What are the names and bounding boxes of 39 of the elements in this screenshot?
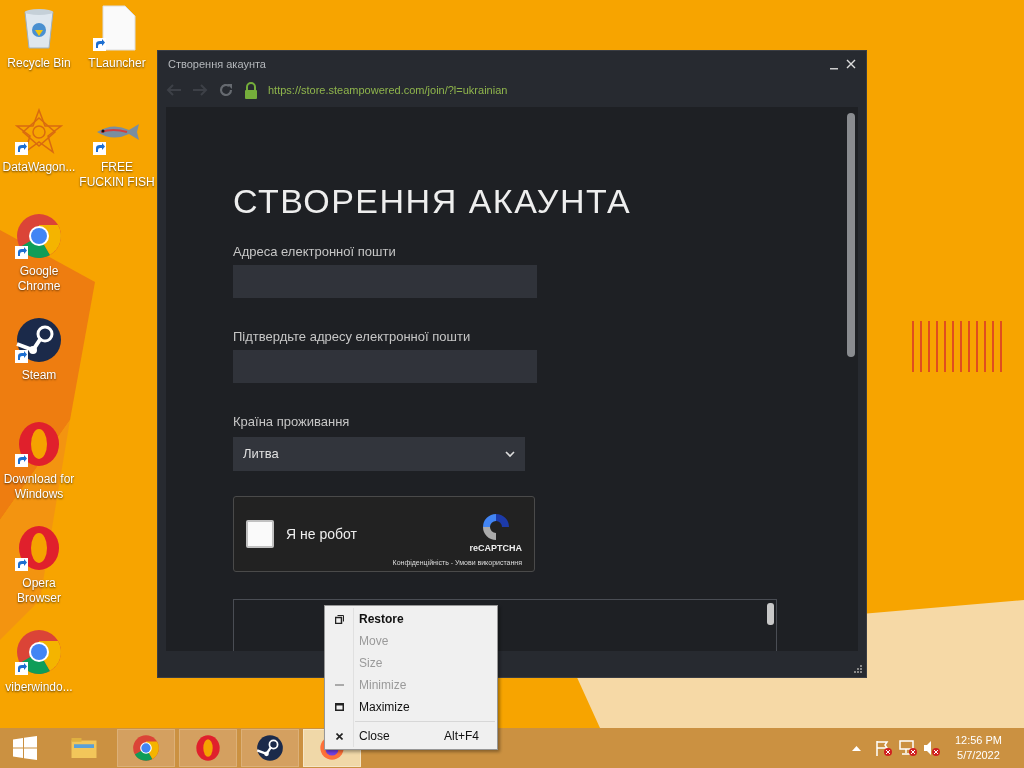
page-heading: СТВОРЕННЯ АКАУНТА: [233, 181, 633, 221]
flag-icon[interactable]: [874, 740, 893, 756]
steam-icon: [15, 316, 63, 364]
menu-item[interactable]: Close Alt+F4: [325, 725, 497, 747]
network-icon[interactable]: [898, 740, 917, 756]
reload-icon[interactable]: [218, 82, 234, 98]
lock-icon: [244, 81, 258, 99]
scrollbar-thumb[interactable]: [767, 603, 774, 625]
speaker-icon[interactable]: [922, 740, 941, 756]
close-icon[interactable]: [846, 59, 856, 69]
close-icon: [335, 732, 343, 740]
opera-icon: [194, 734, 222, 762]
window-title: Створення акаунта: [168, 56, 266, 72]
scrollbar-thumb[interactable]: [847, 113, 855, 357]
clock-date[interactable]: 5/7/2022: [957, 748, 1000, 763]
windows-logo-icon[interactable]: [13, 736, 37, 760]
chevron-up-icon[interactable]: [851, 745, 861, 751]
field-label: Країна проживання: [233, 413, 351, 431]
clock-time[interactable]: 12:56 PM: [954, 733, 1002, 748]
country-select[interactable]: Литва: [233, 437, 525, 471]
field-label: Підтвердьте адресу електронної пошти: [233, 328, 472, 346]
chrome-icon: [132, 734, 160, 762]
url-text[interactable]: https://store.steampowered.com/join/?l=ukrainian: [268, 81, 508, 99]
steam-icon: [256, 734, 284, 762]
field-label: Адреса електронної пошти: [233, 243, 397, 261]
minimize-icon: [334, 683, 344, 687]
maximize-icon: [334, 703, 344, 711]
chrome-icon: [15, 212, 63, 260]
captcha-label: Я не робот: [286, 524, 357, 544]
resize-grip-icon[interactable]: [853, 664, 862, 673]
chevron-icon: [505, 450, 515, 458]
star-pattern-icon: [15, 108, 63, 156]
taskbar-button[interactable]: [241, 729, 299, 767]
restore-icon: [334, 614, 344, 624]
menu-item[interactable]: Maximize: [325, 696, 497, 718]
chrome-icon: [15, 628, 63, 676]
menu-item[interactable]: Restore: [325, 608, 497, 630]
captcha-checkbox[interactable]: [246, 520, 274, 548]
recaptcha-brand: reCAPTCHA: [469, 543, 522, 554]
